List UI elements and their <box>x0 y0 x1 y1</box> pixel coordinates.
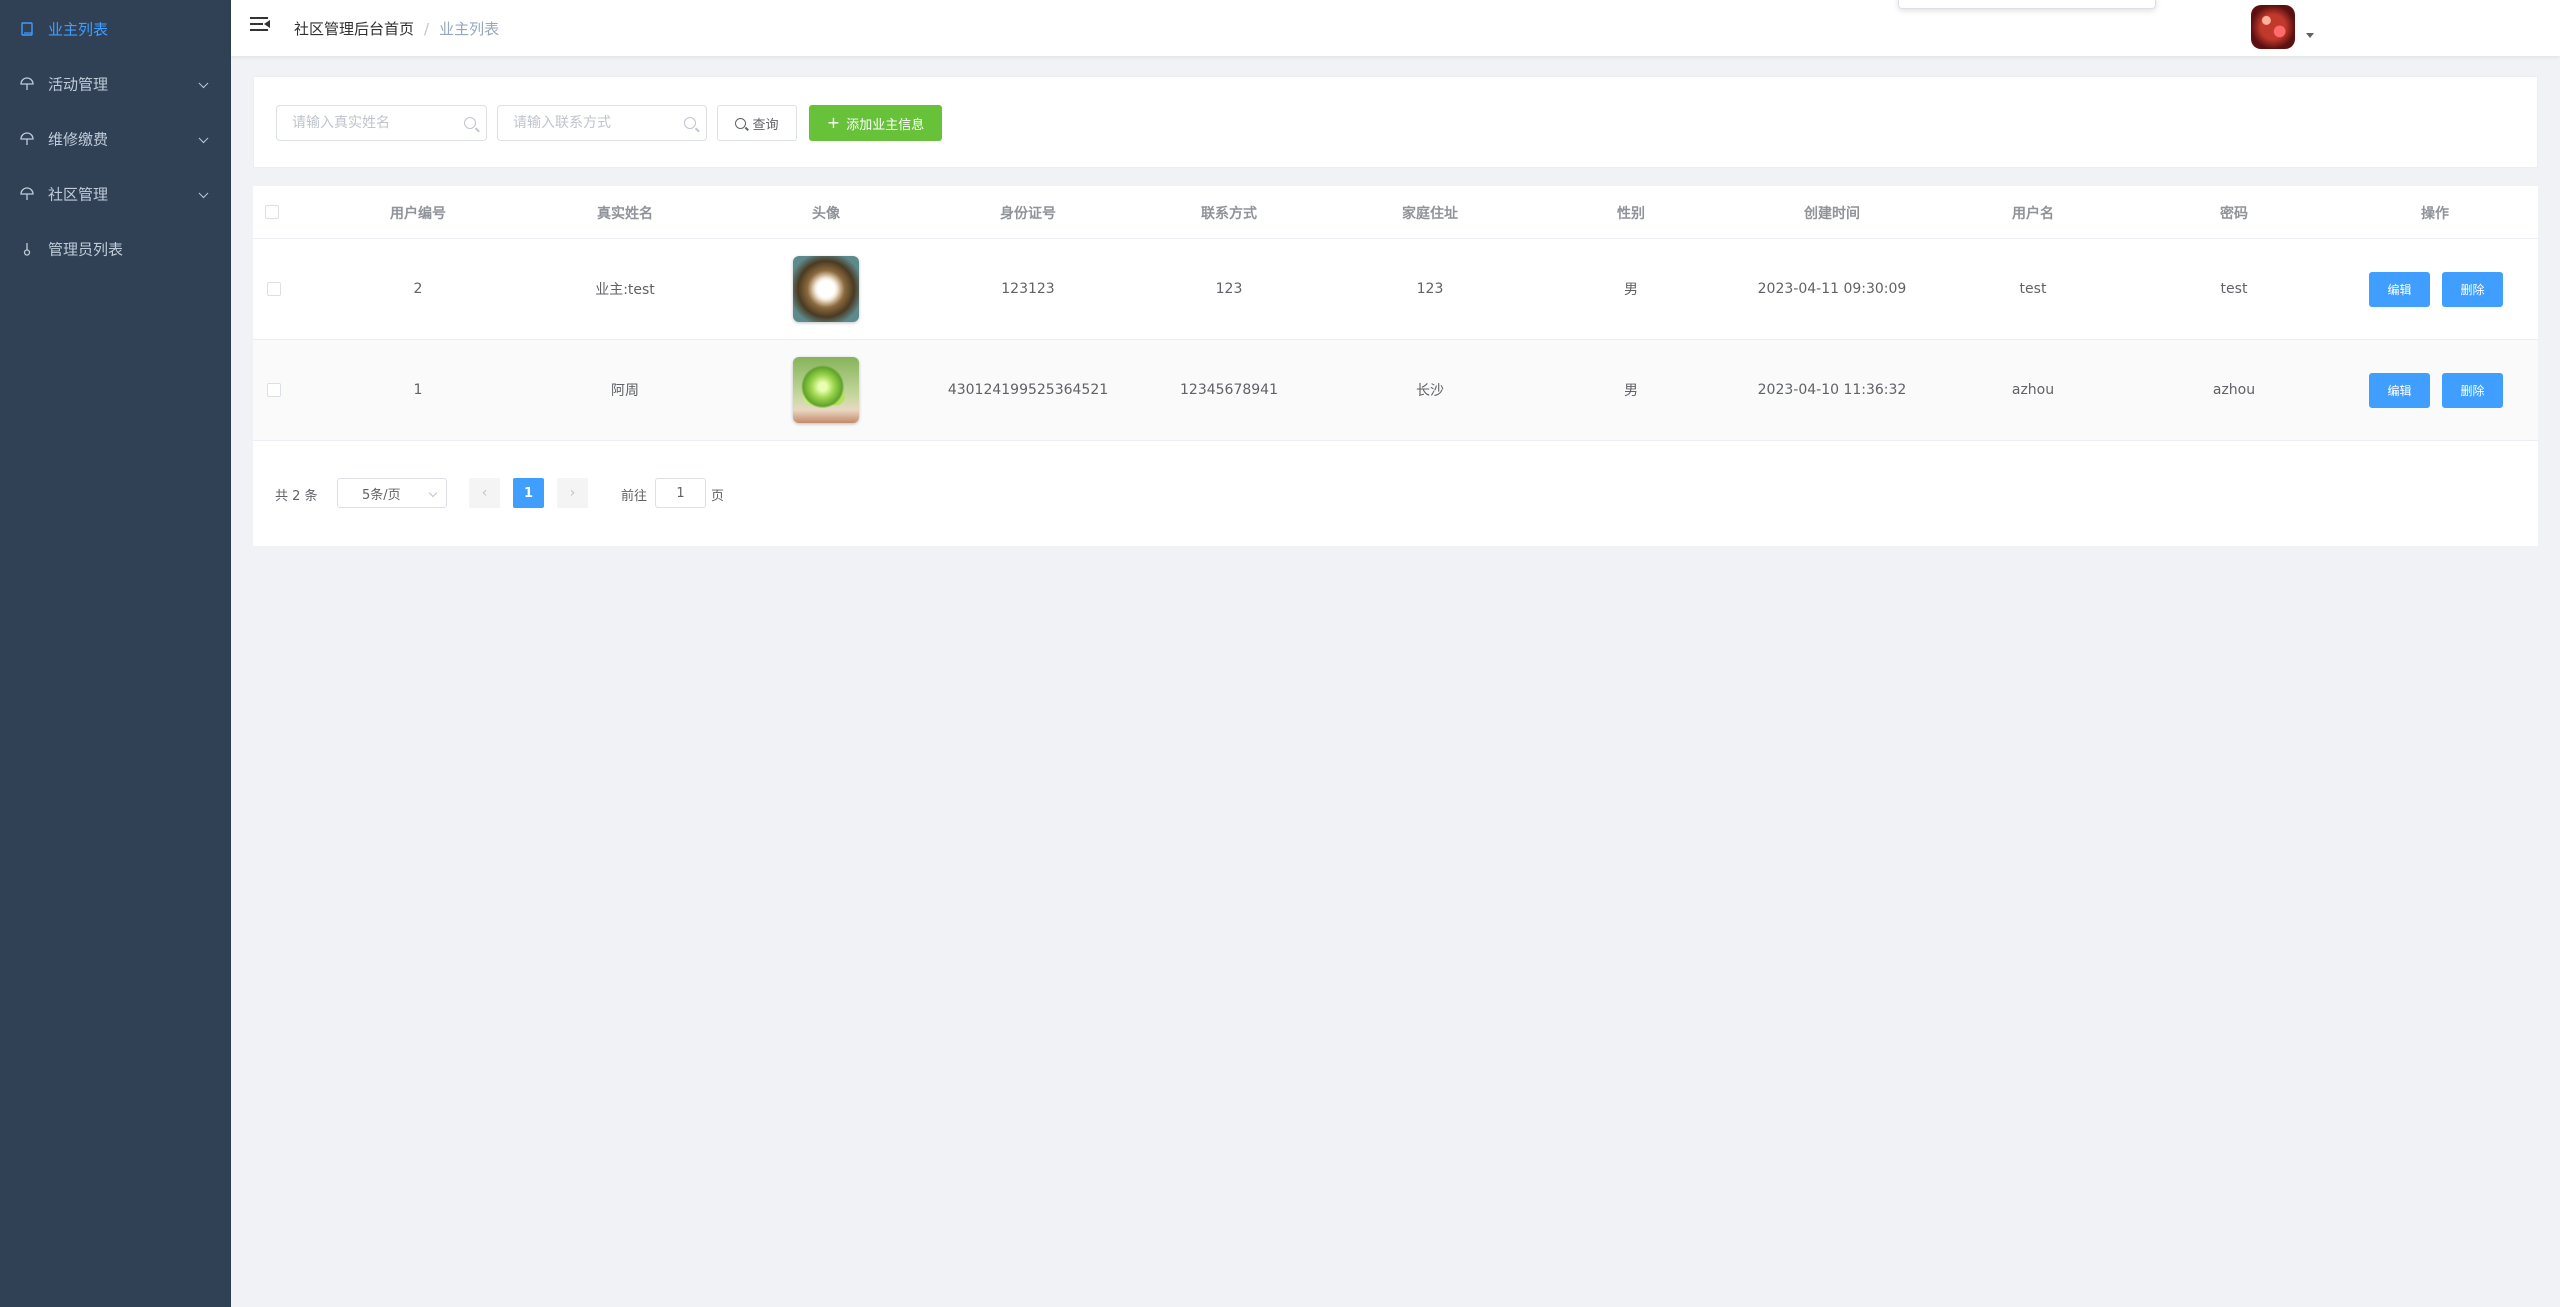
dropdown-popper <box>1898 0 2156 9</box>
edit-button[interactable]: 编辑 <box>2369 373 2430 408</box>
search-icon <box>464 117 476 129</box>
row-checkbox[interactable] <box>267 282 281 296</box>
add-owner-button-label: 添加业主信息 <box>846 117 925 133</box>
umbrella-icon <box>20 186 34 201</box>
query-button[interactable]: 查询 <box>717 105 797 141</box>
edit-button[interactable]: 编辑 <box>2369 272 2430 307</box>
table-row: 1 阿周 430124199525364521 12345678941 长沙 男… <box>253 340 2538 441</box>
cell-user-id: 2 <box>413 281 423 297</box>
cell-id-card: 430124199525364521 <box>947 382 1109 398</box>
delete-button[interactable]: 删除 <box>2442 373 2503 408</box>
sidebar-item-community[interactable]: 社区管理 <box>0 166 231 221</box>
column-header: 真实姓名 <box>597 205 653 222</box>
chevron-down-icon <box>198 77 209 88</box>
goto-label: 前往 <box>621 489 648 504</box>
column-header: 密码 <box>2220 205 2248 222</box>
cell-username: test <box>2019 281 2047 297</box>
pagination: 共 2 条 5条/页 ‹ 1 › 前往 页 <box>253 478 2538 508</box>
umbrella-icon <box>20 76 34 91</box>
cell-avatar <box>793 340 859 440</box>
column-header: 用户编号 <box>390 205 446 222</box>
search-icon <box>735 117 747 129</box>
filter-card: 查询 + 添加业主信息 <box>253 76 2538 168</box>
page-number-button[interactable]: 1 <box>513 478 544 508</box>
avatar-image[interactable] <box>793 357 859 423</box>
page-size-value: 5条/页 <box>362 487 401 503</box>
column-header: 用户名 <box>2012 205 2054 222</box>
cell-address: 长沙 <box>1416 383 1444 399</box>
sidebar-item-label: 活动管理 <box>48 75 109 93</box>
cell-user-id: 1 <box>413 382 423 398</box>
cell-phone: 12345678941 <box>1180 382 1278 398</box>
breadcrumb-home[interactable]: 社区管理后台首页 <box>294 20 414 38</box>
real-name-input-wrapper <box>276 105 487 141</box>
sidebar-item-label: 管理员列表 <box>48 240 124 258</box>
sidebar-item-repair-payment[interactable]: 维修缴费 <box>0 111 231 166</box>
phone-input-wrapper <box>497 105 707 141</box>
cell-address: 123 <box>1416 281 1444 297</box>
search-icon <box>684 117 696 129</box>
book-icon <box>20 21 34 36</box>
column-header: 操作 <box>2421 205 2449 222</box>
page-suffix-label: 页 <box>711 489 725 504</box>
owner-table: 用户编号 真实姓名 头像 身份证号 联系方式 家庭住址 性别 创建时间 用户名 … <box>253 186 2538 546</box>
top-navbar: 社区管理后台首页 / 业主列表 <box>231 0 2560 56</box>
column-header: 性别 <box>1617 205 1645 222</box>
chevron-down-icon <box>198 187 209 198</box>
cell-phone: 123 <box>1215 281 1243 297</box>
chevron-down-icon <box>198 132 209 143</box>
cell-real-name: 阿周 <box>611 383 639 399</box>
sidebar: 业主列表 活动管理 维修缴费 社区管理 管理员列表 <box>0 0 231 1307</box>
cell-gender: 男 <box>1624 383 1638 399</box>
sidebar-item-label: 业主列表 <box>48 20 109 38</box>
cell-created-time: 2023-04-10 11:36:32 <box>1757 382 1907 398</box>
add-owner-button[interactable]: + 添加业主信息 <box>809 105 942 141</box>
column-header: 身份证号 <box>1000 205 1056 222</box>
thermometer-icon <box>20 242 34 256</box>
sidebar-item-label: 维修缴费 <box>48 130 109 148</box>
query-button-label: 查询 <box>752 117 779 133</box>
avatar-image[interactable] <box>793 256 859 322</box>
cell-real-name: 业主:test <box>595 282 655 298</box>
cell-password: test <box>2220 281 2248 297</box>
prev-page-button[interactable]: ‹ <box>469 478 500 508</box>
column-header: 头像 <box>812 205 840 222</box>
page-size-select[interactable]: 5条/页 <box>337 478 447 508</box>
real-name-input[interactable] <box>277 106 486 140</box>
goto-page-input[interactable] <box>655 478 706 508</box>
sidebar-item-admin-list[interactable]: 管理员列表 <box>0 221 231 276</box>
next-page-button[interactable]: › <box>557 478 588 508</box>
cell-username: azhou <box>2011 382 2055 398</box>
cell-created-time: 2023-04-11 09:30:09 <box>1757 281 1907 297</box>
select-all-checkbox[interactable] <box>265 205 279 219</box>
column-header: 创建时间 <box>1804 205 1860 222</box>
table-header: 用户编号 真实姓名 头像 身份证号 联系方式 家庭住址 性别 创建时间 用户名 … <box>253 186 2538 239</box>
sidebar-item-owner-list[interactable]: 业主列表 <box>0 1 231 56</box>
column-header: 家庭住址 <box>1402 205 1458 222</box>
hamburger-icon[interactable] <box>250 17 270 35</box>
caret-down-icon[interactable] <box>2306 33 2314 38</box>
column-header: 联系方式 <box>1201 205 1257 222</box>
cell-avatar <box>793 239 859 339</box>
umbrella-icon <box>20 131 34 146</box>
phone-input[interactable] <box>498 106 706 140</box>
table-row: 2 业主:test 123123 123 123 男 2023-04-11 09… <box>253 239 2538 340</box>
cell-password: azhou <box>2212 382 2256 398</box>
breadcrumb-current: 业主列表 <box>439 20 500 38</box>
breadcrumb-separator: / <box>424 20 430 38</box>
breadcrumb: 社区管理后台首页 / 业主列表 <box>294 18 499 39</box>
cell-id-card: 123123 <box>1001 281 1055 297</box>
cell-gender: 男 <box>1624 282 1638 298</box>
avatar[interactable] <box>2251 5 2295 49</box>
sidebar-item-activity[interactable]: 活动管理 <box>0 56 231 111</box>
plus-icon: + <box>826 113 841 132</box>
chevron-down-icon <box>428 488 438 498</box>
pagination-total: 共 2 条 <box>275 489 318 504</box>
row-checkbox[interactable] <box>267 383 281 397</box>
delete-button[interactable]: 删除 <box>2442 272 2503 307</box>
sidebar-item-label: 社区管理 <box>48 185 109 203</box>
